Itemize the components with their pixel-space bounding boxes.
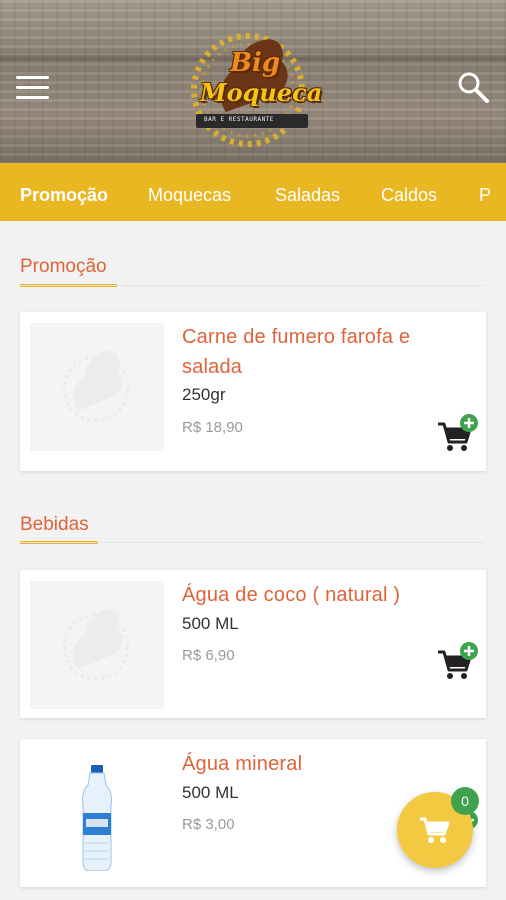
logo-subtitle: BAR E RESTAURANTE: [204, 116, 274, 123]
product-image: [30, 323, 164, 451]
product-description: 500 ML: [182, 614, 239, 633]
logo-placeholder-icon: [62, 608, 130, 681]
logo-word-moqueca: Moqueca: [200, 78, 323, 107]
product-price: R$ 18,90: [182, 419, 243, 436]
tab-saladas[interactable]: Saladas: [275, 163, 340, 221]
product-description: 250gr: [182, 385, 226, 404]
section-title-bebidas: Bebidas: [20, 514, 89, 535]
add-to-cart-icon[interactable]: [436, 414, 480, 454]
tab-promocao[interactable]: Promoção: [20, 163, 108, 221]
search-icon[interactable]: [456, 70, 490, 104]
tab-partial[interactable]: P: [479, 163, 491, 221]
water-bottle-icon: [82, 765, 112, 871]
cart-count-badge: 0: [451, 787, 479, 815]
product-card[interactable]: Água de coco ( natural ) 500 ML R$ 6,90: [20, 570, 486, 718]
product-name: Água mineral: [182, 753, 303, 775]
product-image: [30, 581, 164, 709]
menu-icon[interactable]: [16, 76, 50, 100]
divider: [20, 285, 484, 286]
product-image: [30, 750, 164, 878]
product-name: Carne de fumero farofa e salada: [182, 326, 411, 378]
logo-word-big: Big: [230, 48, 281, 78]
brand-logo: Big Moqueca BAR E RESTAURANTE: [186, 28, 322, 148]
product-card[interactable]: Carne de fumero farofa e salada 250gr R$…: [20, 312, 486, 471]
header: Big Moqueca BAR E RESTAURANTE: [0, 0, 506, 163]
logo-placeholder-icon: [62, 350, 130, 423]
product-name: Água de coco ( natural ): [182, 584, 401, 606]
product-price: R$ 3,00: [182, 816, 235, 833]
product-price: R$ 6,90: [182, 647, 235, 664]
tab-moquecas[interactable]: Moquecas: [148, 163, 231, 221]
section-title-promocao: Promoção: [20, 256, 107, 277]
cart-icon: [420, 817, 450, 843]
divider: [20, 542, 484, 543]
add-to-cart-icon[interactable]: [436, 642, 480, 682]
category-tabs: Promoção Moquecas Saladas Caldos P: [0, 163, 506, 221]
tab-caldos[interactable]: Caldos: [381, 163, 437, 221]
product-description: 500 ML: [182, 783, 239, 802]
